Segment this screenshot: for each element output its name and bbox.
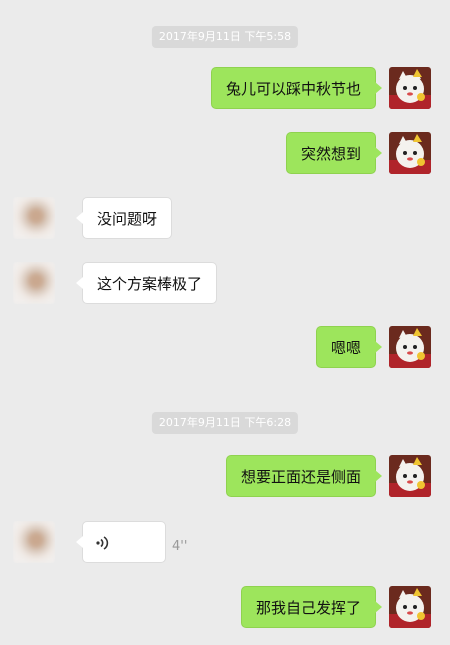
timestamp: 2017年9月11日 下午6:28 [151,412,299,434]
message-bubble-self[interactable]: 那我自己发挥了 [240,586,383,628]
blurred-person-avatar-icon[interactable] [13,262,55,304]
message-bubble-self[interactable]: 兔儿可以踩中秋节也 [210,67,383,109]
chat-window: 2017年9月11日 下午5:58 兔儿可以踩中秋节也 突然想到 没问题呀 这个… [0,0,450,645]
voice-duration: 4'' [172,539,188,554]
message-bubble-other[interactable]: 这个方案棒极了 [75,262,218,304]
lucky-cat-avatar-icon[interactable] [389,67,431,109]
message-bubble-self[interactable]: 突然想到 [285,132,383,174]
voice-wave-icon [96,536,109,550]
blurred-person-avatar-icon[interactable] [13,197,55,239]
voice-message-bubble[interactable] [76,521,166,563]
message-bubble-self[interactable]: 想要正面还是侧面 [225,455,383,497]
lucky-cat-avatar-icon[interactable] [389,326,431,368]
message-bubble-self[interactable]: 嗯嗯 [315,326,383,368]
lucky-cat-avatar-icon[interactable] [389,132,431,174]
message-bubble-other[interactable]: 没问题呀 [75,197,173,239]
lucky-cat-avatar-icon[interactable] [389,455,431,497]
blurred-person-avatar-icon[interactable] [13,521,55,563]
lucky-cat-avatar-icon[interactable] [389,586,431,628]
timestamp: 2017年9月11日 下午5:58 [151,26,299,48]
